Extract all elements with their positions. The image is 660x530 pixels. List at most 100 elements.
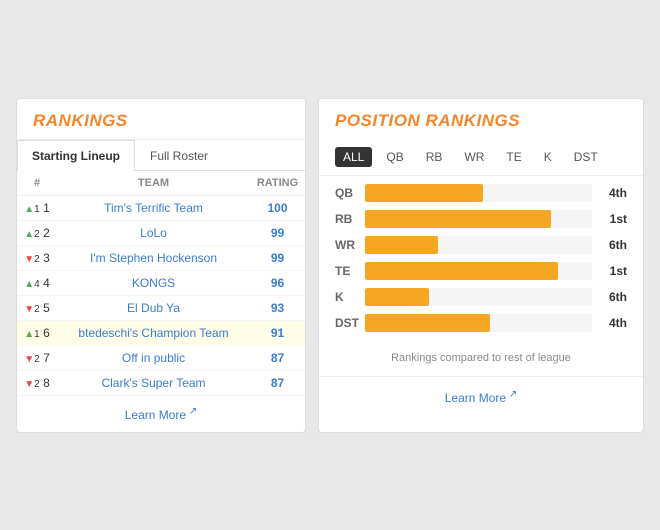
bar-container [365, 314, 592, 332]
divider [319, 376, 643, 377]
team-name-cell[interactable]: Tim's Terrific Team [57, 195, 250, 220]
pos-rank: 6th [592, 238, 627, 252]
rank-num: 2 [43, 226, 50, 240]
pos-filter-btn-all[interactable]: ALL [335, 147, 372, 167]
learn-more-text: Learn More [125, 408, 186, 422]
rank-num: 6 [43, 326, 50, 340]
pos-filter-btn-wr[interactable]: WR [456, 147, 492, 167]
rankings-card: RANKINGS Starting Lineup Full Roster # T… [16, 98, 306, 433]
team-name-cell[interactable]: El Dub Ya [57, 295, 250, 320]
bar [365, 210, 551, 228]
bar-container [365, 236, 592, 254]
tab-full-roster[interactable]: Full Roster [135, 140, 223, 171]
change-arrow: ▼ [24, 354, 34, 365]
table-row: ▲2 2LoLo99 [17, 220, 305, 245]
table-row: ▼2 3 I'm Stephen Hockenson99 [17, 245, 305, 270]
change-arrow: ▼ [24, 254, 34, 265]
rankings-table: # TEAM RATING ▲1 1Tim's Terrific Team100… [17, 171, 305, 396]
change-num: 1 [34, 204, 40, 215]
position-rankings-title: POSITION RANKINGS [335, 111, 520, 130]
bar-container [365, 262, 592, 280]
change-arrow: ▲ [24, 204, 34, 215]
position-rankings-card: POSITION RANKINGS ALLQBRBWRTEKDST QB 4th… [318, 98, 644, 433]
rating-cell: 99 [250, 245, 305, 270]
change-num: 1 [34, 329, 40, 340]
pos-rank: 4th [592, 186, 627, 200]
rankings-tabs: Starting Lineup Full Roster [17, 140, 305, 171]
change-num: 2 [34, 229, 40, 240]
rank-num: 3 [43, 251, 50, 265]
rank-num: 8 [43, 376, 50, 390]
external-link-icon: ↗ [186, 406, 197, 417]
rank-num: 7 [43, 351, 50, 365]
rating-cell: 87 [250, 370, 305, 395]
pos-label: TE [335, 264, 365, 278]
pos-filter-btn-rb[interactable]: RB [418, 147, 451, 167]
pos-label: WR [335, 238, 365, 252]
table-row: ▼2 8 Clark's Super Team87 [17, 370, 305, 395]
col-header-team: TEAM [57, 171, 250, 196]
bar [365, 262, 558, 280]
change-arrow: ▲ [24, 279, 34, 290]
position-row-qb: QB 4th [335, 184, 627, 202]
rankings-title: RANKINGS [33, 111, 128, 130]
pos-rank: 6th [592, 290, 627, 304]
pos-rank: 1st [592, 212, 627, 226]
position-learn-more-row: Learn More ↗ [319, 381, 643, 413]
pos-filter-btn-te[interactable]: TE [498, 147, 529, 167]
pos-filter-btn-dst[interactable]: DST [566, 147, 606, 167]
rankings-note: Rankings compared to rest of league [319, 348, 643, 372]
pos-rank: 1st [592, 264, 627, 278]
change-arrow: ▼ [24, 379, 34, 390]
position-row-te: TE 1st [335, 262, 627, 280]
team-name-cell[interactable]: LoLo [57, 220, 250, 245]
table-row: ▲1 6 btedeschi's Champion Team91 [17, 320, 305, 345]
bar [365, 236, 438, 254]
rating-cell: 87 [250, 345, 305, 370]
rating-cell: 96 [250, 270, 305, 295]
table-row: ▲1 1Tim's Terrific Team100 [17, 195, 305, 220]
rank-num: 4 [43, 276, 50, 290]
team-name-cell[interactable]: Off in public [57, 345, 250, 370]
pos-filter-btn-qb[interactable]: QB [378, 147, 411, 167]
team-name-cell[interactable]: Clark's Super Team [57, 370, 250, 395]
team-name-cell[interactable]: KONGS [57, 270, 250, 295]
bar [365, 184, 483, 202]
position-filter-bar: ALL QB RBWR TE K DST [319, 139, 643, 176]
bar-container [365, 210, 592, 228]
bar [365, 314, 490, 332]
position-row-rb: RB 1st [335, 210, 627, 228]
pos-label: K [335, 290, 365, 304]
position-row-wr: WR 6th [335, 236, 627, 254]
bar [365, 288, 429, 306]
position-learn-more-text: Learn More [445, 391, 506, 405]
position-row-k: K 6th [335, 288, 627, 306]
change-num: 2 [34, 379, 40, 390]
team-name-cell[interactable]: I'm Stephen Hockenson [57, 245, 250, 270]
col-header-rating: RATING [250, 171, 305, 196]
rankings-learn-more-link[interactable]: Learn More ↗ [125, 408, 198, 422]
change-arrow: ▼ [24, 304, 34, 315]
col-header-rank: # [17, 171, 57, 196]
tab-starting-lineup[interactable]: Starting Lineup [17, 140, 135, 171]
rating-cell: 99 [250, 220, 305, 245]
pos-label: RB [335, 212, 365, 226]
pos-label: QB [335, 186, 365, 200]
rating-cell: 93 [250, 295, 305, 320]
position-external-link-icon: ↗ [506, 389, 517, 400]
table-row: ▼2 5 El Dub Ya93 [17, 295, 305, 320]
team-name-cell[interactable]: btedeschi's Champion Team [57, 320, 250, 345]
pos-label: DST [335, 316, 365, 330]
change-arrow: ▲ [24, 329, 34, 340]
rating-cell: 91 [250, 320, 305, 345]
rankings-header: RANKINGS [17, 99, 305, 140]
pos-rank: 4th [592, 316, 627, 330]
rank-num: 1 [43, 201, 50, 215]
change-num: 2 [34, 254, 40, 265]
bar-container [365, 288, 592, 306]
change-num: 2 [34, 304, 40, 315]
position-learn-more-link[interactable]: Learn More ↗ [445, 391, 518, 405]
rank-num: 5 [43, 301, 50, 315]
pos-filter-btn-k[interactable]: K [536, 147, 560, 167]
change-num: 4 [34, 279, 40, 290]
